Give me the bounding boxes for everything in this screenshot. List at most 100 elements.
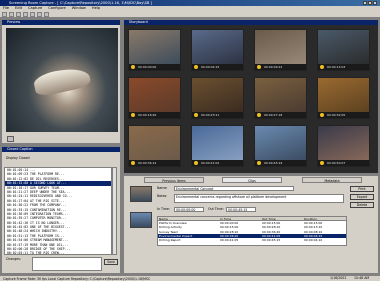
marker-icon: [320, 65, 324, 69]
in-time-field[interactable]: 00:00:00:00: [174, 207, 204, 212]
marker-icon: [131, 65, 135, 69]
thumbnail-image: [318, 126, 369, 162]
clip-panel: Previous Items Clips Metadata Name: Envi…: [123, 175, 379, 274]
caption-list[interactable]: 00:01:05:14 ... 00:01:09:23 THE PLATFORM …: [4, 167, 112, 255]
tab-previous-items[interactable]: Previous Items: [144, 177, 204, 183]
clip-thumbnail: [130, 186, 152, 202]
storyboard-thumbnail[interactable]: 00:00:27:18: [254, 77, 307, 119]
thumbnail-image: [255, 30, 306, 66]
export-button[interactable]: Export: [350, 194, 374, 200]
preview-control-icon[interactable]: [7, 136, 14, 142]
storyboard-thumbnail[interactable]: 00:00:14:03: [317, 29, 370, 71]
out-time-field[interactable]: 00:00:45:15: [226, 207, 256, 212]
storyboard-thumbnail[interactable]: 00:00:36:14: [128, 125, 181, 167]
storyboard-thumbnail[interactable]: 00:00:23:11: [191, 77, 244, 119]
clips-table-body: Platform Overview 00:00:00:00 00:00:15:00 0…: [158, 221, 346, 242]
status-bar: Capture Frame Rate: 30 fps Local Capture…: [0, 275, 380, 281]
clip-thumbnail-2: [130, 212, 152, 228]
out-time-label: Out Time:: [208, 207, 224, 211]
new-icon[interactable]: [2, 11, 7, 17]
thumbnail-timecode: 00:00:45:19: [255, 160, 306, 166]
thumbnail-timecode: 00:00:00:00: [129, 64, 180, 70]
thumbnail-timecode: 00:00:36:14: [129, 160, 180, 166]
storyboard-thumbnail[interactable]: 00:00:09:22: [254, 29, 307, 71]
marker-icon: [194, 65, 198, 69]
tab-clips[interactable]: Clips: [222, 177, 282, 183]
thumbnail-timecode: 00:00:50:07: [318, 160, 369, 166]
caption-mode-label: Display Closed: [6, 156, 30, 160]
thumbnail-timecode: 00:00:41:02: [192, 160, 243, 166]
marker-icon: [194, 113, 198, 117]
marker-icon: [257, 113, 261, 117]
close-icon[interactable]: [373, 1, 377, 5]
col-in[interactable]: In Time: [220, 217, 262, 220]
table-row[interactable]: Drilling Report 00:00:41:05 00:00:45:15 00:…: [158, 238, 346, 242]
marker-icon: [257, 161, 261, 165]
thumbnail-image: [129, 126, 180, 162]
table-cell: 00:00:41:05: [220, 237, 239, 242]
delete-button[interactable]: Delete: [350, 202, 374, 208]
thumbnail-image: [255, 126, 306, 162]
thumbnail-timecode: 00:00:23:11: [192, 112, 243, 118]
col-name[interactable]: Name: [158, 217, 220, 220]
thumbnail-timecode: 00:00:32:05: [318, 112, 369, 118]
storyboard-grid: 00:00:00:00 00:00:04:15 00:00:09:22 00:00:1…: [124, 25, 380, 175]
save-button[interactable]: Save: [104, 259, 118, 265]
print-button[interactable]: Print: [350, 186, 374, 192]
preview-title: Preview: [2, 20, 120, 25]
thumbnail-image: [129, 78, 180, 114]
storyboard-panel: Storyboard 00:00:00:00 00:00:04:15 00:00:0…: [123, 19, 379, 174]
storyboard-thumbnail[interactable]: 00:00:32:05: [317, 77, 370, 119]
marker-icon: [320, 113, 324, 117]
col-duration[interactable]: Duration: [304, 217, 346, 220]
open-icon[interactable]: [9, 11, 14, 17]
maximize-icon[interactable]: [368, 1, 372, 5]
table-cell: 00:00:04:10: [304, 237, 323, 242]
thumbnail-timecode: 00:00:27:18: [255, 112, 306, 118]
boat-shape: [32, 64, 92, 98]
save-icon[interactable]: [16, 11, 21, 17]
name-label: Name:: [157, 186, 168, 190]
notes-field[interactable]: Environmental concerns regarding offshor…: [174, 194, 344, 203]
thumbnail-image: [255, 78, 306, 114]
in-time-label: In Time:: [157, 207, 170, 211]
table-cell: Drilling Report: [159, 237, 181, 242]
thumbnail-image: [192, 126, 243, 162]
thumbnail-image: [318, 30, 369, 66]
settings-icon[interactable]: [44, 11, 49, 17]
preview-video[interactable]: [6, 28, 118, 132]
name-field[interactable]: Environmental Concept: [174, 186, 294, 191]
minimize-icon[interactable]: [363, 1, 367, 5]
changes-field[interactable]: [32, 257, 102, 271]
record-icon[interactable]: [23, 11, 28, 17]
caption-title: Closed Caption: [2, 147, 120, 152]
marker-icon: [131, 113, 135, 117]
table-cell: 00:00:45:15: [262, 237, 281, 242]
storyboard-thumbnail[interactable]: 00:00:45:19: [254, 125, 307, 167]
status-date: 1/16/2002: [330, 276, 347, 280]
storyboard-thumbnail[interactable]: 00:00:04:15: [191, 29, 244, 71]
changes-label: Changes:: [6, 257, 21, 261]
tab-metadata[interactable]: Metadata: [302, 177, 362, 183]
caption-line[interactable]: 00:02:03:11 TO THE RIG CREW...: [5, 251, 111, 254]
preview-panel: Preview: [1, 19, 121, 144]
storyboard-thumbnail[interactable]: 00:00:00:00: [128, 29, 181, 71]
thumbnail-timecode: 00:00:18:26: [129, 112, 180, 118]
storyboard-thumbnail[interactable]: 00:00:50:07: [317, 125, 370, 167]
status-text: Capture Frame Rate: 30 fps Local Capture…: [3, 277, 151, 281]
thumbnail-image: [192, 30, 243, 66]
caption-scrollbar[interactable]: [112, 167, 117, 255]
status-time: 10:48 AM: [354, 276, 370, 280]
marker-icon: [320, 161, 324, 165]
toolbar: [0, 11, 380, 18]
col-out[interactable]: Out Time: [262, 217, 304, 220]
thumbnail-timecode: 00:00:14:03: [318, 64, 369, 70]
storyboard-thumbnail[interactable]: 00:00:18:26: [128, 77, 181, 119]
storyboard-thumbnail[interactable]: 00:00:41:02: [191, 125, 244, 167]
marker-icon: [257, 65, 261, 69]
thumbnail-image: [318, 78, 369, 114]
play-icon[interactable]: [37, 11, 42, 17]
caption-panel: Closed Caption Display Closed 00:01:05:1…: [1, 146, 121, 274]
thumbnail-timecode: 00:00:04:15: [192, 64, 243, 70]
stop-icon[interactable]: [30, 11, 35, 17]
